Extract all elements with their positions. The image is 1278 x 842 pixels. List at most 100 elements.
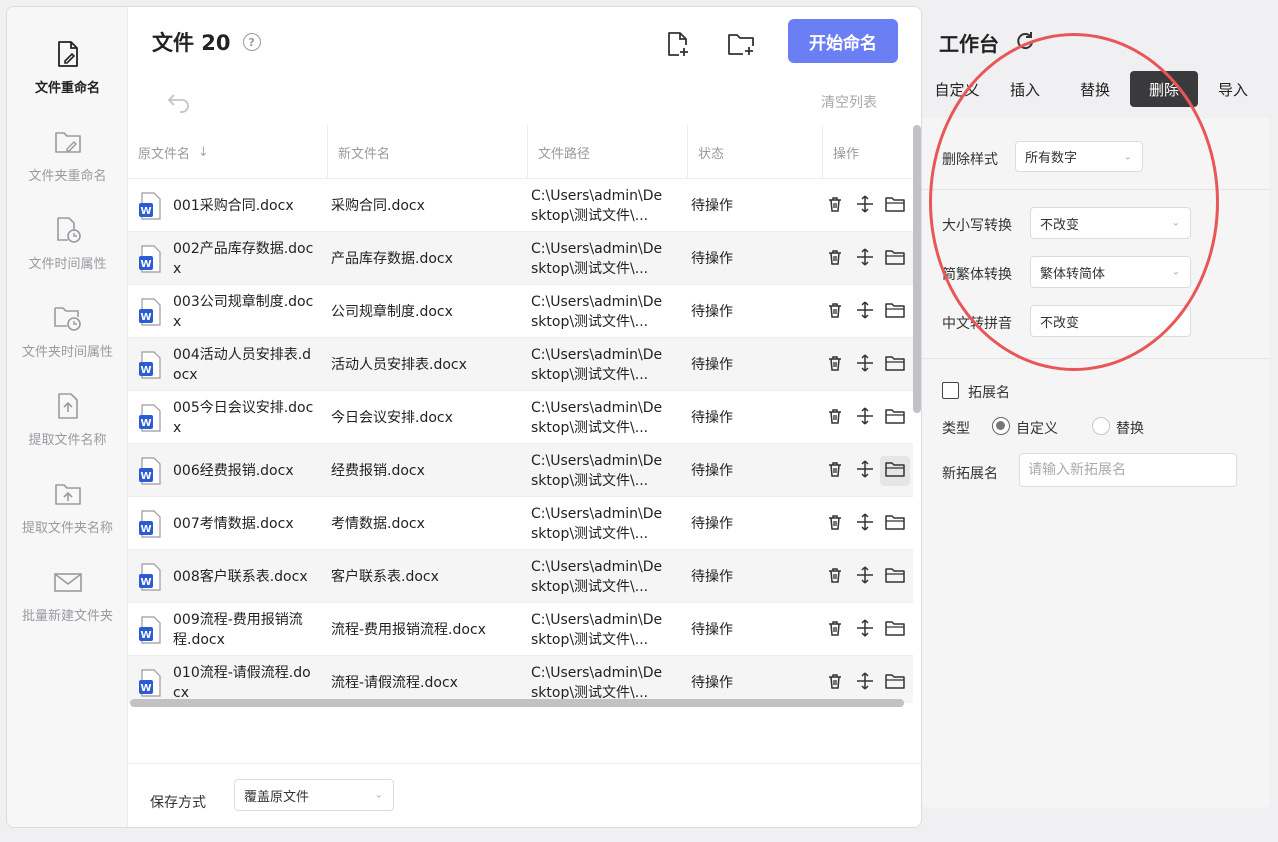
trash-icon bbox=[826, 407, 844, 429]
sidebar-item-folder-time[interactable]: 文件夹时间属性 bbox=[7, 303, 128, 383]
move-row-button[interactable] bbox=[854, 459, 876, 482]
table-row[interactable]: W 008客户联系表.docx 客户联系表.docx C:\Users\admin\D… bbox=[128, 550, 913, 603]
tab-custom[interactable]: 自定义 bbox=[924, 71, 990, 107]
open-folder-button[interactable] bbox=[884, 195, 906, 217]
sort-arrow-icon[interactable]: ↓ bbox=[198, 145, 209, 160]
table-row[interactable]: W 003公司规章制度.docx 公司规章制度.docx C:\Users\admin… bbox=[128, 285, 913, 338]
move-row-button[interactable] bbox=[854, 300, 876, 323]
case-convert-select[interactable]: 不改变 ⌄ bbox=[1030, 207, 1191, 239]
table-row[interactable]: W 002产品库存数据.docx 产品库存数据.docx C:\Users\admin… bbox=[128, 232, 913, 285]
undo-button[interactable] bbox=[166, 89, 192, 115]
vertical-scrollbar[interactable] bbox=[913, 125, 921, 413]
move-row-button[interactable] bbox=[854, 353, 876, 376]
status-cell: 待操作 bbox=[691, 462, 733, 479]
new-name-cell: 公司规章制度.docx bbox=[331, 303, 453, 320]
sidebar-item-extract-folder[interactable]: 提取文件夹名称 bbox=[7, 479, 128, 559]
horizontal-scrollbar[interactable] bbox=[130, 699, 904, 707]
chevron-down-icon: ⌄ bbox=[1171, 217, 1180, 229]
sidebar-item-file-rename[interactable]: 文件重命名 bbox=[7, 39, 128, 119]
type-radio-replace[interactable] bbox=[1092, 417, 1110, 435]
move-icon bbox=[856, 459, 874, 482]
sidebar-item-folder-rename[interactable]: 文件夹重命名 bbox=[7, 127, 128, 207]
delete-row-button[interactable] bbox=[824, 354, 846, 376]
open-folder-button[interactable] bbox=[884, 248, 906, 270]
original-name-cell: 009流程-费用报销流程.docx bbox=[173, 611, 303, 648]
pinyin-select[interactable]: 不改变 bbox=[1030, 305, 1191, 337]
table-row[interactable]: W 001采购合同.docx 采购合同.docx C:\Users\admin\Des… bbox=[128, 179, 913, 232]
tab-insert[interactable]: 插入 bbox=[992, 71, 1058, 107]
undo-icon bbox=[167, 94, 189, 113]
delete-row-button[interactable] bbox=[824, 672, 846, 694]
delete-row-button[interactable] bbox=[824, 513, 846, 535]
add-folder-button[interactable] bbox=[722, 25, 762, 65]
delete-settings-panel: 删除样式 所有数字 ⌄ 大小写转换 不改变 ⌄ 简繁体转换 繁体转简体 ⌄ 中文… bbox=[922, 118, 1270, 808]
delete-row-button[interactable] bbox=[824, 566, 846, 588]
column-original-name[interactable]: 原文件名 ↓ bbox=[128, 125, 328, 179]
move-row-button[interactable] bbox=[854, 565, 876, 588]
folder-icon bbox=[885, 248, 905, 270]
trash-icon bbox=[826, 195, 844, 217]
extension-checkbox[interactable] bbox=[942, 382, 959, 399]
table-row[interactable]: W 004活动人员安排表.docx 活动人员安排表.docx C:\Users\adm… bbox=[128, 338, 913, 391]
start-rename-button[interactable]: 开始命名 bbox=[788, 19, 898, 63]
tab-delete[interactable]: 删除 bbox=[1130, 71, 1198, 107]
table-row[interactable]: W 010流程-请假流程.docx 流程-请假流程.docx C:\Users\adm… bbox=[128, 656, 913, 703]
path-cell: C:\Users\admin\Desktop\测试文件\... bbox=[531, 558, 663, 595]
move-icon bbox=[856, 618, 874, 641]
sidebar-item-extract-file[interactable]: 提取文件名称 bbox=[7, 391, 128, 471]
help-icon[interactable]: ? bbox=[242, 33, 261, 51]
open-folder-button[interactable] bbox=[884, 407, 906, 429]
move-icon bbox=[856, 671, 874, 694]
original-name-cell: 004活动人员安排表.docx bbox=[173, 346, 312, 383]
delete-row-button[interactable] bbox=[824, 195, 846, 217]
move-row-button[interactable] bbox=[854, 247, 876, 270]
trash-icon bbox=[826, 619, 844, 641]
word-doc-icon: W bbox=[138, 298, 162, 326]
open-folder-button[interactable] bbox=[884, 672, 906, 694]
add-folder-icon bbox=[728, 34, 754, 55]
open-folder-button[interactable] bbox=[884, 354, 906, 376]
row-actions bbox=[824, 232, 906, 285]
move-row-button[interactable] bbox=[854, 671, 876, 694]
word-doc-icon: W bbox=[138, 245, 162, 273]
type-radio-replace-label: 替换 bbox=[1116, 421, 1144, 437]
refresh-icon[interactable] bbox=[1014, 30, 1036, 52]
open-folder-button[interactable] bbox=[884, 619, 906, 641]
move-row-button[interactable] bbox=[854, 406, 876, 429]
folder-icon bbox=[885, 566, 905, 588]
sidebar-item-batch-folder[interactable]: 批量新建文件夹 bbox=[7, 567, 128, 647]
delete-style-select[interactable]: 所有数字 ⌄ bbox=[1015, 141, 1143, 172]
open-folder-button[interactable] bbox=[884, 513, 906, 535]
delete-row-button[interactable] bbox=[824, 407, 846, 429]
table-row[interactable]: W 005今日会议安排.docx 今日会议安排.docx C:\Users\admin… bbox=[128, 391, 913, 444]
tab-import[interactable]: 导入 bbox=[1200, 71, 1266, 107]
tab-replace[interactable]: 替换 bbox=[1062, 71, 1128, 107]
path-cell: C:\Users\admin\Desktop\测试文件\... bbox=[531, 187, 663, 224]
table-row[interactable]: W 006经费报销.docx 经费报销.docx C:\Users\admin\Des… bbox=[128, 444, 913, 497]
move-row-button[interactable] bbox=[854, 194, 876, 217]
open-folder-button[interactable] bbox=[880, 455, 910, 486]
save-mode-select[interactable]: 覆盖原文件 ⌄ bbox=[234, 779, 394, 811]
sidebar-item-label: 文件时间属性 bbox=[28, 257, 107, 272]
add-file-button[interactable] bbox=[658, 25, 698, 65]
type-radio-custom[interactable] bbox=[992, 417, 1010, 435]
move-row-button[interactable] bbox=[854, 618, 876, 641]
page-title: 文件 20 bbox=[152, 31, 231, 55]
open-folder-button[interactable] bbox=[884, 566, 906, 588]
table-row[interactable]: W 007考情数据.docx 考情数据.docx C:\Users\admin\Des… bbox=[128, 497, 913, 550]
delete-row-button[interactable] bbox=[824, 460, 846, 482]
path-cell: C:\Users\admin\Desktop\测试文件\... bbox=[531, 452, 663, 489]
delete-row-button[interactable] bbox=[824, 248, 846, 270]
table-row[interactable]: W 009流程-费用报销流程.docx 流程-费用报销流程.docx C:\Users… bbox=[128, 603, 913, 656]
move-row-button[interactable] bbox=[854, 512, 876, 535]
delete-row-button[interactable] bbox=[824, 301, 846, 323]
clear-list-button[interactable]: 清空列表 bbox=[821, 92, 877, 112]
trad-simp-select[interactable]: 繁体转简体 ⌄ bbox=[1030, 256, 1191, 288]
new-extension-label: 新拓展名 bbox=[942, 466, 998, 482]
sidebar-item-file-time[interactable]: 文件时间属性 bbox=[7, 215, 128, 295]
new-extension-input[interactable] bbox=[1019, 453, 1237, 487]
file-rename-card: 文件重命名 文件夹重命名 文件时间属性 文件夹时间属性 提取文件名称 提取文件夹… bbox=[6, 6, 922, 828]
delete-row-button[interactable] bbox=[824, 619, 846, 641]
file-edit-icon bbox=[53, 39, 83, 69]
open-folder-button[interactable] bbox=[884, 301, 906, 323]
